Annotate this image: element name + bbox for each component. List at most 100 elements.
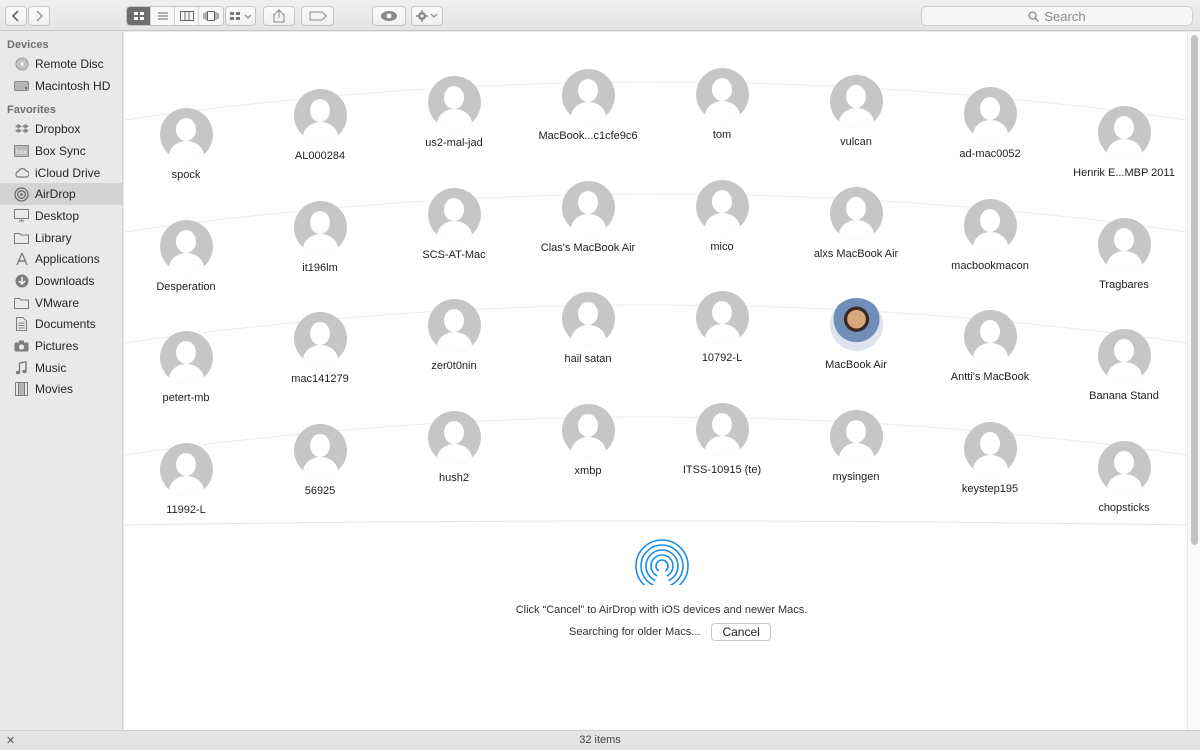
airdrop-device[interactable]: keystep195: [925, 422, 1055, 495]
airdrop-device[interactable]: chopsticks: [1059, 441, 1187, 514]
sidebar-item-pictures[interactable]: Pictures: [0, 335, 122, 357]
airdrop-device[interactable]: ad-mac0052: [925, 87, 1055, 160]
device-name: spock: [171, 169, 201, 181]
sidebar-item-label: VMware: [35, 295, 80, 310]
airdrop-device[interactable]: petert-mb: [124, 331, 251, 404]
default-user-avatar-icon: [427, 76, 481, 129]
default-user-avatar-icon: [695, 291, 749, 344]
airdrop-device[interactable]: 11992-L: [124, 443, 251, 516]
airdrop-device[interactable]: Tragbares: [1059, 218, 1187, 291]
airdrop-device[interactable]: MacBook Air: [791, 298, 921, 371]
airdrop-device[interactable]: Desperation: [124, 220, 251, 293]
default-user-avatar-icon: [963, 422, 1017, 475]
airdrop-device[interactable]: mac141279: [255, 312, 385, 385]
sidebar-section-favorites: Favorites: [7, 104, 56, 117]
airdrop-device[interactable]: 56925: [255, 424, 385, 497]
airdrop-device[interactable]: Banana Stand: [1059, 329, 1187, 402]
drive-icon: [14, 78, 29, 93]
sidebar-item-remote-disc[interactable]: Remote Disc: [0, 53, 122, 75]
sidebar-item-box-sync[interactable]: box Box Sync: [0, 140, 122, 162]
column-view-button[interactable]: [175, 7, 199, 25]
airdrop-device[interactable]: ITSS-10915 (te): [657, 403, 787, 476]
list-view-button[interactable]: [151, 7, 175, 25]
device-name: MacBook...c1cfe9c6: [538, 130, 638, 142]
default-user-avatar-icon: [159, 331, 213, 384]
default-user-avatar-icon: [427, 299, 481, 352]
device-name: hail satan: [564, 353, 612, 365]
sidebar-item-library[interactable]: Library: [0, 227, 122, 249]
device-name: us2-mal-jad: [425, 137, 483, 149]
device-name: zer0t0nin: [431, 360, 477, 372]
sidebar-item-icloud-drive[interactable]: iCloud Drive: [0, 162, 122, 184]
airdrop-device[interactable]: Clas's MacBook Air: [523, 181, 653, 254]
device-name: keystep195: [961, 483, 1019, 495]
device-name: macbookmacon: [951, 260, 1029, 272]
airdrop-device[interactable]: vulcan: [791, 75, 921, 148]
tag-button[interactable]: [301, 6, 334, 26]
airdrop-device[interactable]: hail satan: [523, 292, 653, 365]
search-field[interactable]: Search: [921, 6, 1193, 26]
default-user-avatar-icon: [293, 424, 347, 477]
device-name: chopsticks: [1098, 502, 1150, 514]
default-user-avatar-icon: [829, 187, 883, 240]
airdrop-device[interactable]: hush2: [389, 411, 519, 484]
default-user-avatar-icon: [561, 181, 615, 234]
device-name: hush2: [439, 472, 469, 484]
download-icon: [14, 274, 29, 289]
searching-text: Searching for older Macs...: [569, 626, 701, 638]
scrollbar-thumb[interactable]: [1191, 35, 1198, 545]
airdrop-device[interactable]: tom: [657, 68, 787, 141]
arrange-icon: [229, 12, 251, 20]
svg-text:box: box: [16, 149, 27, 156]
sidebar-item-movies[interactable]: Movies: [0, 379, 122, 401]
tag-icon: [309, 11, 327, 21]
arrange-button[interactable]: [225, 6, 256, 26]
sidebar-item-label: Applications: [35, 252, 100, 267]
airdrop-device[interactable]: alxs MacBook Air: [791, 187, 921, 260]
sidebar-section-devices: Devices: [7, 39, 49, 51]
sidebar-item-downloads[interactable]: Downloads: [0, 270, 122, 292]
airdrop-device[interactable]: us2-mal-jad: [389, 76, 519, 149]
sidebar-item-airdrop[interactable]: AirDrop: [0, 183, 122, 206]
airdrop-device[interactable]: MacBook...c1cfe9c6: [523, 69, 653, 142]
sidebar-item-vmware[interactable]: VMware: [0, 292, 122, 314]
sidebar-item-macintosh-hd[interactable]: Macintosh HD: [0, 75, 122, 97]
forward-button[interactable]: [28, 6, 50, 26]
airdrop-device[interactable]: Henrik E...MBP 2011: [1059, 106, 1187, 179]
airdrop-device[interactable]: spock: [124, 108, 251, 181]
sidebar-item-label: Library: [35, 230, 72, 245]
airdrop-device[interactable]: SCS-AT-Mac: [389, 188, 519, 261]
airdrop-device[interactable]: zer0t0nin: [389, 299, 519, 372]
airdrop-device[interactable]: mysingen: [791, 410, 921, 483]
scrollbar[interactable]: [1187, 32, 1200, 730]
icon-view-button[interactable]: [127, 7, 151, 25]
airdrop-device[interactable]: AL000284: [255, 89, 385, 162]
default-user-avatar-icon: [561, 69, 615, 122]
airdrop-device[interactable]: macbookmacon: [925, 199, 1055, 272]
airdrop-device[interactable]: Antti's MacBook: [925, 310, 1055, 383]
back-button[interactable]: [5, 6, 27, 26]
sidebar-item-label: Documents: [35, 317, 96, 332]
device-name: Desperation: [156, 281, 216, 293]
device-name: Banana Stand: [1089, 390, 1159, 402]
default-user-avatar-icon: [695, 403, 749, 456]
device-name: Tragbares: [1099, 279, 1149, 291]
device-name: 10792-L: [701, 352, 743, 364]
sidebar-item-dropbox[interactable]: Dropbox: [0, 118, 122, 140]
action-button[interactable]: [411, 6, 443, 26]
sidebar-item-desktop[interactable]: Desktop: [0, 205, 122, 227]
airdrop-device[interactable]: mico: [657, 180, 787, 253]
share-button[interactable]: [263, 6, 295, 26]
status-bar: ✕ 32 items: [0, 730, 1200, 750]
cancel-button[interactable]: Cancel: [711, 623, 771, 641]
sidebar-item-music[interactable]: Music: [0, 357, 122, 379]
airdrop-device[interactable]: 10792-L: [657, 291, 787, 364]
search-icon: [1028, 10, 1040, 22]
airdrop-content: spock AL000284 us2-mal-jad MacBook...c1cfe9…: [124, 32, 1187, 730]
quicklook-button[interactable]: [372, 6, 406, 26]
sidebar-item-documents[interactable]: Documents: [0, 314, 122, 336]
sidebar-item-applications[interactable]: Applications: [0, 249, 122, 271]
airdrop-device[interactable]: xmbp: [523, 404, 653, 477]
airdrop-device[interactable]: it196lm: [255, 201, 385, 274]
cover-flow-button[interactable]: [199, 7, 223, 25]
